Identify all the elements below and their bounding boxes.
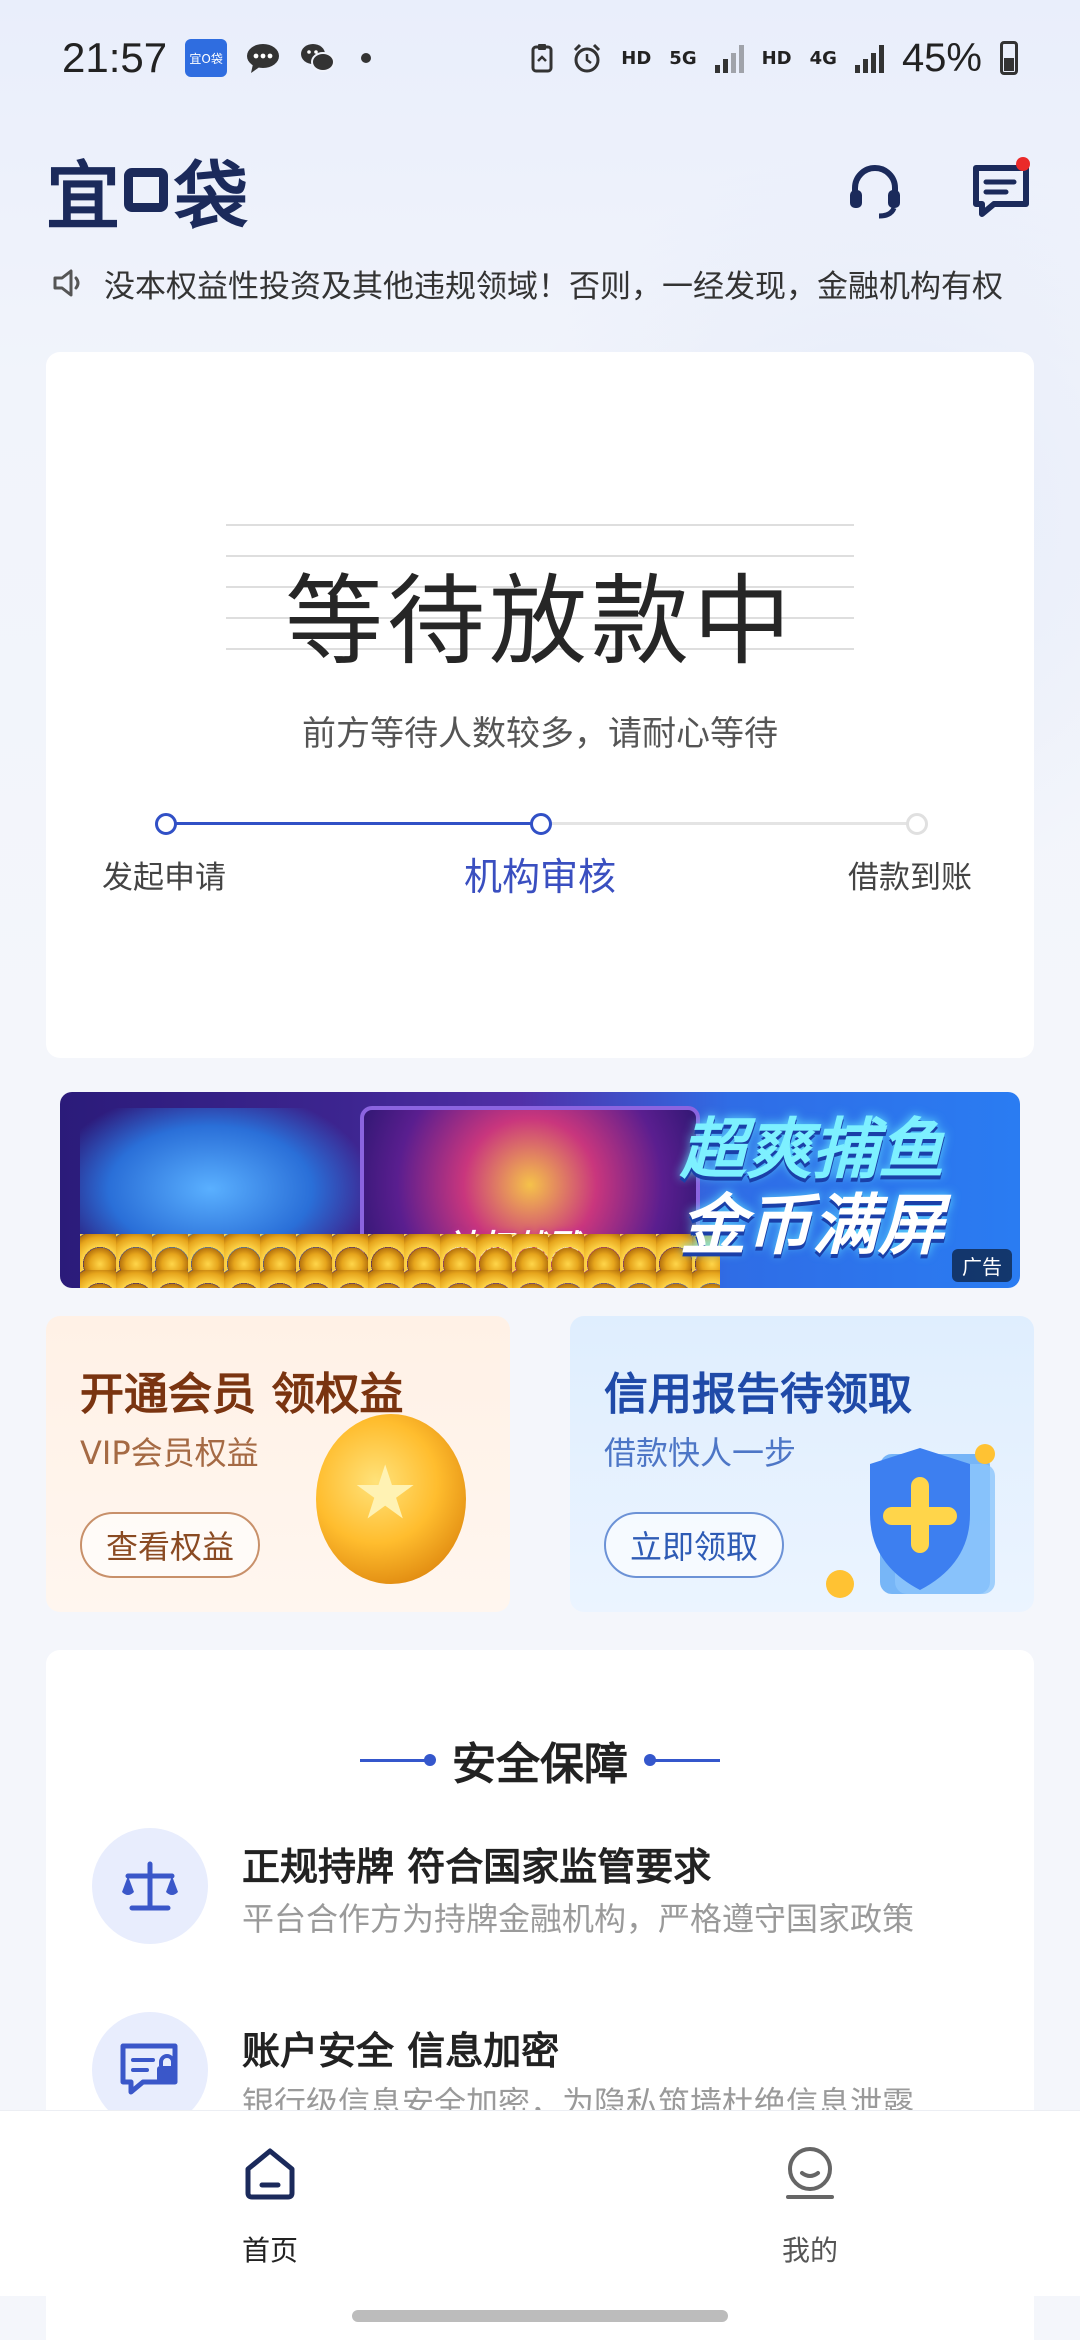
step-label-apply: 发起申请 [102, 860, 226, 896]
status-subtitle: 前方等待人数较多，请耐心等待 [302, 714, 778, 754]
security-title-row: 安全保障 [46, 1728, 1034, 1792]
logo-char-right: 袋 [174, 153, 248, 240]
security-item-title: 正规持牌 符合国家监管要求 [242, 1845, 712, 1889]
step-node-2 [530, 813, 552, 835]
customer-service-button[interactable] [842, 157, 908, 223]
nav-profile[interactable]: 我的 [730, 2143, 890, 2269]
step-label-review: 机构审核 [464, 855, 617, 899]
hd-label-2: HD [761, 47, 792, 69]
header-actions [842, 157, 1034, 223]
messages-button[interactable] [968, 157, 1034, 223]
report-title: 信用报告待领取 [604, 1369, 912, 1420]
report-subtitle: 借款快人一步 [604, 1434, 797, 1472]
notification-dot [1016, 157, 1030, 171]
view-benefits-button[interactable]: 查看权益 [80, 1512, 261, 1578]
star-coin-icon: ★ [316, 1414, 466, 1584]
ad-headline-line1: 超爽捕鱼 [680, 1111, 944, 1188]
title-deco-right [644, 1753, 720, 1766]
battery-icon [1000, 41, 1018, 75]
headset-icon [850, 165, 900, 219]
credit-report-promo-card[interactable]: 信用报告待领取 借款快人一步 立即领取 [570, 1316, 1034, 1612]
gold-coins-illustration [80, 1234, 720, 1288]
notice-bar[interactable]: 没本权益性投资及其他违规领域！否则，一经发现，金融机构有权 [50, 258, 1030, 308]
security-item-title: 账户安全 信息加密 [242, 2029, 560, 2073]
5g-label: 5G [669, 47, 697, 69]
battery-percent: 45% [901, 35, 982, 80]
shield-icon [826, 1444, 995, 1598]
status-time: 21:57 [62, 34, 168, 81]
step-label-disbursed: 借款到账 [848, 860, 972, 896]
bottom-nav: 首页 我的 [0, 2110, 1080, 2296]
nav-home[interactable]: 首页 [190, 2143, 350, 2269]
vip-subtitle: VIP会员权益 [80, 1434, 259, 1472]
app-notification-icon: 宜O袋 [185, 39, 228, 77]
gesture-home-indicator[interactable] [352, 2310, 728, 2322]
more-notifications-dot [361, 53, 372, 63]
signal-icon-2 [854, 43, 884, 73]
wechat-icon [299, 42, 336, 74]
hd-label: HD [621, 47, 652, 69]
alarm-icon [574, 43, 601, 73]
step-node-1 [155, 813, 177, 835]
app-screen: 21:57 宜O袋 HD 5G HD 4G 45% 宜 袋 没本权益性投资及其他… [0, 0, 1080, 2340]
status-bar: 21:57 宜O袋 HD 5G HD 4G 45% [0, 0, 1080, 116]
app-header: 宜 袋 [46, 148, 1034, 240]
nav-home-label: 首页 [241, 2234, 298, 2267]
logo-box-shape [124, 168, 168, 212]
chat-bubble-icon [245, 42, 281, 74]
progress-track [155, 813, 928, 835]
home-icon [245, 2148, 295, 2200]
status-title: 等待放款中 [284, 565, 795, 679]
progress-fill [166, 822, 540, 825]
status-indicators: HD 5G HD 4G 45% [531, 36, 1018, 81]
scale-icon [92, 1828, 208, 1944]
claim-report-button[interactable]: 立即领取 [604, 1512, 785, 1578]
loan-status-card: 等待放款中 前方等待人数较多，请耐心等待 发起申请 机构审核 借款到账 [46, 352, 1034, 1058]
app-logo: 宜 袋 [46, 137, 248, 244]
security-item: 正规持牌 符合国家监管要求 平台合作方为持牌金融机构，严格遵守国家政策 [92, 1828, 992, 1948]
vip-title: 开通会员 领权益 [80, 1369, 404, 1420]
security-title: 安全保障 [452, 1739, 628, 1790]
4g-label: 4G [809, 47, 837, 69]
clipboard-icon [531, 44, 553, 73]
ad-headline: 超爽捕鱼 金币满屏 [680, 1112, 1000, 1264]
vip-promo-card[interactable]: 开通会员 领权益 VIP会员权益 ★ 查看权益 [46, 1316, 510, 1612]
nav-profile-label: 我的 [781, 2234, 838, 2267]
logo-char-left: 宜 [46, 153, 120, 240]
ad-label: 广告 [952, 1249, 1012, 1282]
notice-text: 没本权益性投资及其他违规领域！否则，一经发现，金融机构有权 [104, 268, 1003, 305]
title-deco-left [360, 1753, 436, 1766]
security-item-desc: 平台合作方为持牌金融机构，严格遵守国家政策 [242, 1900, 915, 1938]
ad-banner[interactable]: 神权战戮 超爽捕鱼 金币满屏 广告 [60, 1092, 1020, 1288]
speaker-icon [53, 269, 80, 297]
step-node-3 [906, 813, 928, 835]
signal-icon [714, 43, 744, 73]
profile-icon [786, 2147, 834, 2199]
